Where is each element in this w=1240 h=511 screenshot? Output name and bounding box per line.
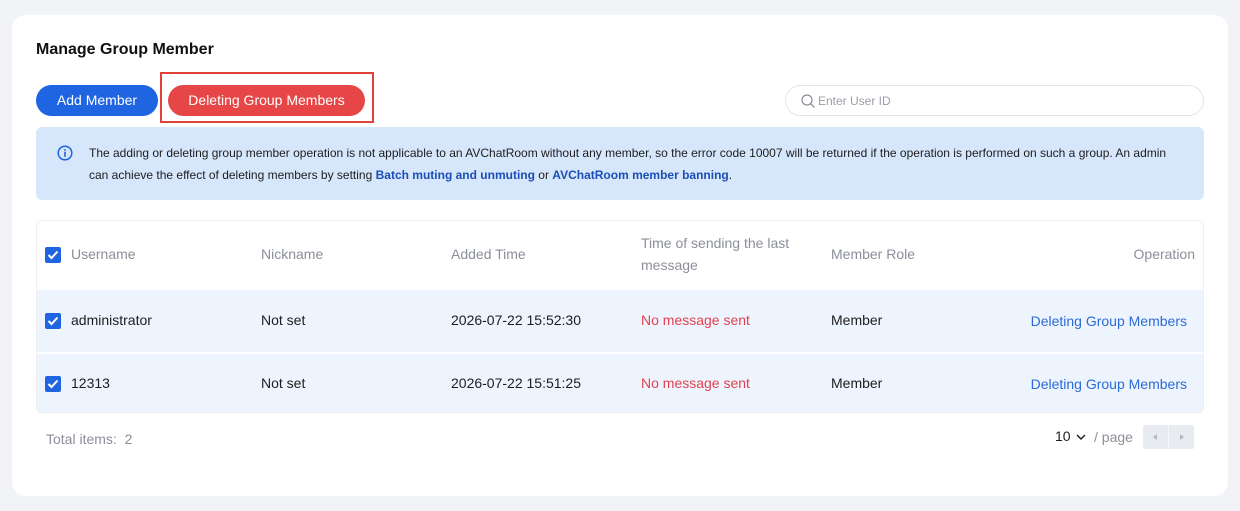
cell-added-time: 2026-07-22 15:51:25 xyxy=(451,375,581,391)
user-id-search-input[interactable] xyxy=(818,86,1188,115)
cell-member-role: Member xyxy=(831,375,883,391)
cell-last-message: No message sent xyxy=(641,312,750,328)
table-header: Username Nickname Added Time Time of sen… xyxy=(37,221,1203,290)
header-operation: Operation xyxy=(1133,246,1195,262)
notice-text: The adding or deleting group member oper… xyxy=(89,142,1169,186)
page-size-select[interactable]: 10 xyxy=(1055,428,1071,444)
members-table: Username Nickname Added Time Time of sen… xyxy=(36,220,1204,413)
notice-text-middle: or xyxy=(534,168,553,182)
delete-group-members-button[interactable]: Deleting Group Members xyxy=(168,85,365,116)
delete-member-link[interactable]: Deleting Group Members xyxy=(1031,376,1187,392)
batch-muting-link[interactable]: Batch muting and unmuting xyxy=(376,168,535,182)
header-nickname: Nickname xyxy=(261,246,324,262)
header-last-message-line2: message xyxy=(641,257,698,273)
prev-page-button[interactable] xyxy=(1143,425,1168,449)
chevron-down-icon[interactable] xyxy=(1075,432,1087,442)
header-added-time: Added Time xyxy=(451,246,526,262)
search-box xyxy=(785,85,1204,116)
caret-right-icon xyxy=(1180,434,1184,440)
info-notice: The adding or deleting group member oper… xyxy=(36,127,1204,200)
caret-left-icon xyxy=(1153,434,1157,440)
header-username: Username xyxy=(71,246,136,262)
pagination-controls xyxy=(1143,425,1194,449)
cell-nickname: Not set xyxy=(261,375,306,391)
cell-username: 12313 xyxy=(71,375,110,391)
notice-text-after: . xyxy=(728,168,733,182)
check-icon xyxy=(47,316,59,326)
row-checkbox[interactable] xyxy=(45,313,61,329)
next-page-button[interactable] xyxy=(1169,425,1194,449)
row-checkbox[interactable] xyxy=(45,376,61,392)
cell-member-role: Member xyxy=(831,312,883,328)
per-page-label: / page xyxy=(1094,429,1133,445)
page-title: Manage Group Member xyxy=(36,41,214,58)
add-member-button[interactable]: Add Member xyxy=(36,85,158,116)
cell-last-message: No message sent xyxy=(641,375,750,391)
check-icon xyxy=(47,250,59,260)
check-icon xyxy=(47,379,59,389)
search-icon xyxy=(801,94,815,108)
cell-username: administrator xyxy=(71,312,152,328)
select-all-checkbox[interactable] xyxy=(45,247,61,263)
cell-added-time: 2026-07-22 15:52:30 xyxy=(451,312,581,328)
total-items: Total items: 2 xyxy=(46,431,132,447)
header-last-message-line1: Time of sending the last xyxy=(641,235,790,251)
info-icon xyxy=(57,145,73,161)
cell-nickname: Not set xyxy=(261,312,306,328)
delete-member-link[interactable]: Deleting Group Members xyxy=(1031,313,1187,329)
total-items-count: 2 xyxy=(124,431,133,447)
table-row: administrator Not set 2026-07-22 15:52:3… xyxy=(37,290,1203,352)
total-items-label: Total items: xyxy=(46,431,117,447)
table-row: 12313 Not set 2026-07-22 15:51:25 No mes… xyxy=(37,353,1203,412)
header-member-role: Member Role xyxy=(831,246,916,262)
member-banning-link[interactable]: AVChatRoom member banning xyxy=(552,168,728,182)
